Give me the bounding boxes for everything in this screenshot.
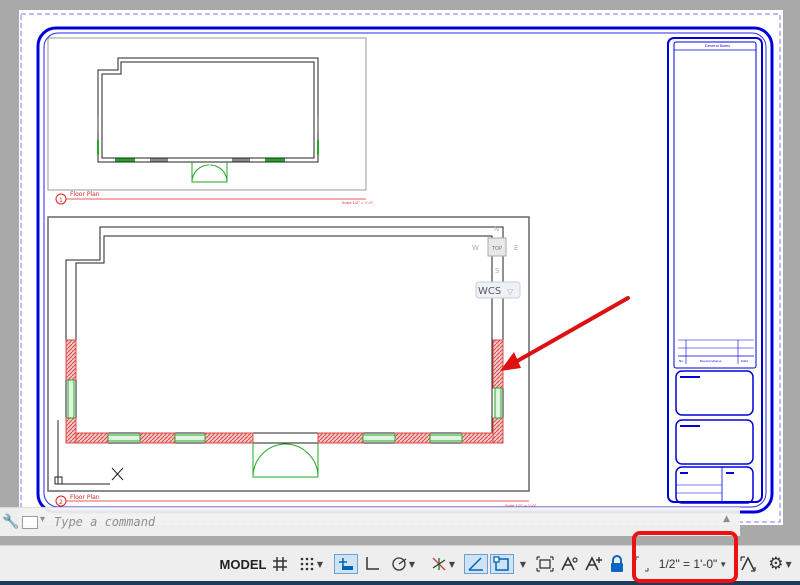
object-snap-tracking-icon[interactable]	[464, 554, 488, 574]
command-input[interactable]	[52, 512, 696, 532]
floor-plan-small	[97, 57, 319, 183]
drawing-canvas[interactable]: 1 Floor Plan Scale 1/2" = 1'-0" TOP N S …	[0, 0, 800, 545]
object-snap-icon[interactable]	[490, 554, 514, 574]
gear-icon[interactable]: ⚙ ▼	[762, 554, 798, 574]
title-block-col-revision: Revision/Issue	[700, 359, 721, 363]
title-block-col-no: No.	[679, 359, 684, 363]
chevron-down-icon[interactable]: ▼	[516, 554, 528, 574]
callout-arrow	[500, 296, 630, 371]
ortho-mode-icon[interactable]	[362, 554, 382, 574]
chevron-down-icon[interactable]: ▼	[409, 560, 415, 569]
chevron-down-icon[interactable]: ▼	[786, 560, 792, 569]
view-title-2: Floor Plan	[70, 494, 100, 501]
grid-icon[interactable]	[270, 554, 290, 574]
chevron-down-icon[interactable]: ▾	[40, 514, 45, 525]
gear-icon[interactable]: ⚙	[768, 554, 783, 574]
infer-constraints-icon[interactable]	[334, 554, 358, 574]
auto-scale-icon[interactable]	[582, 554, 604, 574]
annotation-visibility-icon[interactable]	[558, 554, 580, 574]
isodraft-icon[interactable]: ▼	[426, 554, 460, 574]
view-label-1	[55, 193, 366, 205]
view-scale-note-1: Scale 1/2" = 1'-0"	[342, 201, 374, 205]
polar-tracking-icon[interactable]: ▼	[386, 554, 420, 574]
lock-icon[interactable]	[606, 554, 628, 574]
chevron-down-icon[interactable]: ▼	[317, 560, 323, 569]
workspace-switch-icon[interactable]	[738, 554, 758, 574]
title-block-header: General Notes	[705, 44, 730, 48]
viewport-2[interactable]	[47, 216, 530, 492]
command-line[interactable]: 🔧 ▾ ▲	[0, 507, 740, 536]
wcs-menu[interactable]: WCS	[478, 286, 501, 297]
command-prompt-icon[interactable]	[22, 516, 38, 529]
title-block-col-date: Date	[741, 359, 748, 363]
view-number-1: 1	[59, 197, 63, 204]
ucs-icon	[54, 420, 124, 485]
viewcube-east[interactable]: E	[514, 244, 518, 252]
chevron-down-icon[interactable]: ▼	[449, 560, 455, 569]
wcs-chevron-icon[interactable]: ▽	[507, 287, 514, 296]
snap-mode-icon[interactable]: ▼	[294, 554, 328, 574]
view-number-2: 2	[59, 499, 63, 506]
title-block	[667, 37, 763, 504]
model-space-toggle[interactable]: MODEL	[220, 554, 267, 574]
printable-area	[20, 13, 781, 523]
view-title-1: Floor Plan	[70, 191, 100, 198]
floor-plan-large	[65, 226, 504, 478]
viewcube-west[interactable]: W	[472, 244, 479, 252]
annotation-scale-highlight	[632, 531, 738, 583]
selection-cycling-icon[interactable]	[534, 554, 556, 574]
view-label-2	[55, 495, 529, 507]
viewcube-south[interactable]: S	[495, 267, 500, 275]
viewcube-top[interactable]: TOP	[491, 246, 502, 252]
viewcube-north[interactable]: N	[494, 225, 499, 233]
wrench-icon[interactable]: 🔧	[2, 514, 19, 530]
chevron-up-icon[interactable]: ▲	[723, 514, 730, 524]
